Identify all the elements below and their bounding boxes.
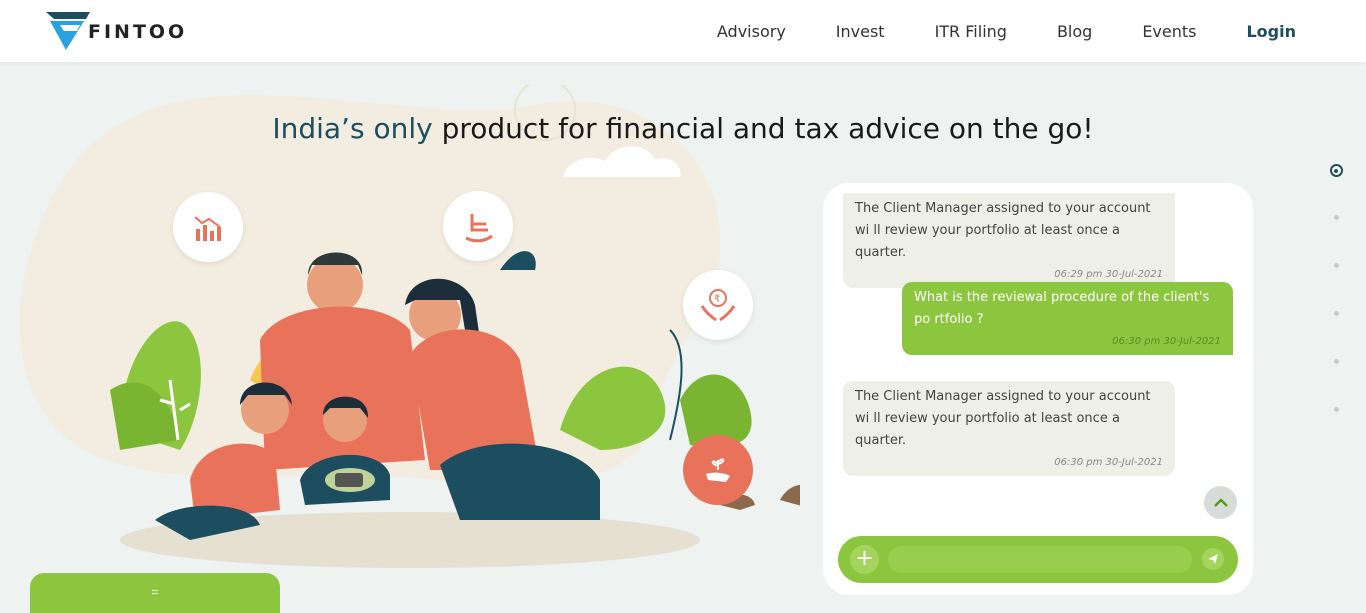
rocking-chair-circle (443, 191, 513, 261)
nav-blog[interactable]: Blog (1057, 22, 1092, 41)
message-text: The Client Manager assigned to your acco… (855, 389, 1151, 448)
message-timestamp: 06:29 pm 30-Jul-2021 (1054, 269, 1163, 280)
fintoo-logo[interactable]: FINTOO (46, 12, 187, 50)
plant-hand-circle (683, 435, 753, 505)
chat-message-input[interactable] (888, 546, 1192, 573)
chart-circle (173, 192, 243, 262)
nav-invest[interactable]: Invest (836, 22, 885, 41)
headline-accent: India’s only (272, 112, 433, 145)
pager-dot-1[interactable] (1329, 164, 1343, 177)
pager-dot-4[interactable] (1333, 311, 1339, 316)
nav-events[interactable]: Events (1142, 22, 1196, 41)
chat-message-outgoing: What is the reviewal procedure of the cl… (902, 282, 1233, 355)
chat-message-incoming: The Client Manager assigned to your acco… (843, 381, 1175, 476)
nav-itr-filing[interactable]: ITR Filing (935, 22, 1007, 41)
message-text: The Client Manager assigned to your acco… (855, 201, 1151, 260)
rupee-hands-icon: ₹ (700, 289, 736, 322)
hero-headline: India’s only product for financial and t… (0, 112, 1366, 145)
chevron-up-icon (1213, 497, 1228, 507)
brand-name: FINTOO (88, 21, 188, 43)
pager-dot-6[interactable] (1333, 407, 1339, 412)
fintoo-logo-icon (46, 12, 90, 50)
chat-widget: The Client Manager assigned to your acco… (823, 183, 1253, 595)
chat-message-incoming: The Client Manager assigned to your acco… (843, 193, 1175, 288)
attach-button[interactable]: + (850, 545, 879, 574)
rocking-chair-icon (465, 214, 493, 243)
svg-text:₹: ₹ (714, 294, 720, 305)
plant-hand-icon (706, 458, 730, 482)
message-text: What is the reviewal procedure of the cl… (914, 290, 1210, 327)
chat-input-bar: + (838, 536, 1238, 583)
headline-rest: product for financial and tax advice on … (432, 112, 1094, 145)
rupee-hands-circle: ₹ (683, 270, 753, 340)
pager-dot-3[interactable] (1333, 263, 1339, 268)
bottom-card-text: = (151, 585, 159, 599)
top-header: FINTOO Advisory Invest ITR Filing Blog E… (0, 0, 1366, 62)
login-link[interactable]: Login (1246, 22, 1296, 41)
scroll-up-button[interactable] (1204, 486, 1237, 519)
message-timestamp: 06:30 pm 30-Jul-2021 (1054, 457, 1163, 468)
nav-advisory[interactable]: Advisory (717, 22, 786, 41)
section-pager (1329, 164, 1343, 455)
family-illustration: ₹ (80, 180, 818, 580)
bar-chart-icon (194, 216, 221, 241)
message-timestamp: 06:30 pm 30-Jul-2021 (1112, 336, 1221, 347)
plus-icon: + (855, 546, 874, 571)
send-button[interactable] (1202, 548, 1224, 570)
pager-dot-2[interactable] (1333, 215, 1339, 220)
bottom-promo-card: = (30, 573, 280, 613)
main-nav: Advisory Invest ITR Filing Blog Events L… (667, 0, 1296, 62)
send-icon (1208, 554, 1218, 564)
pager-dot-5[interactable] (1333, 359, 1339, 364)
